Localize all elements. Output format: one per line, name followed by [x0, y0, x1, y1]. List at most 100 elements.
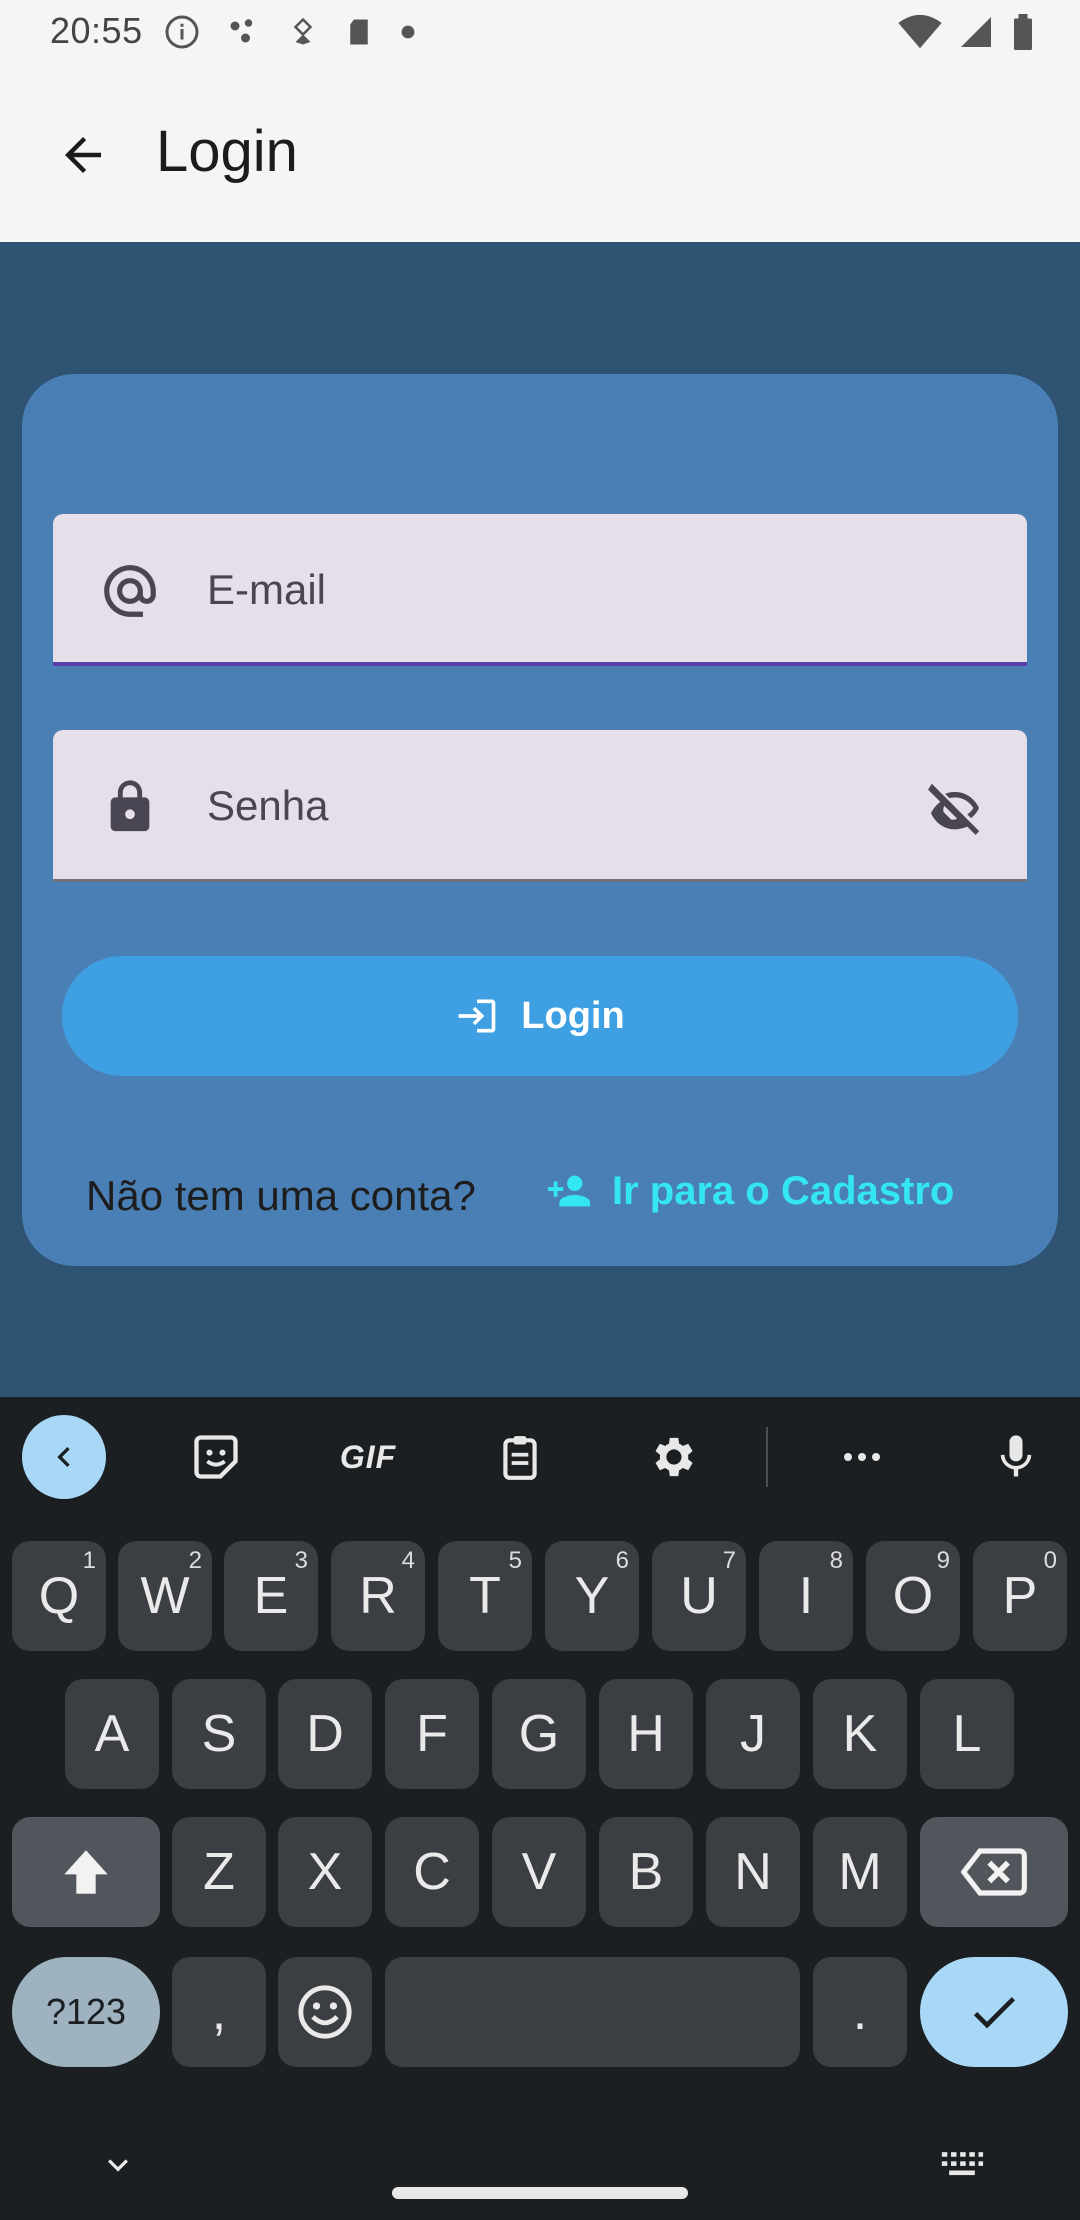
key-label: Q: [38, 1567, 80, 1625]
key-v[interactable]: V: [492, 1817, 586, 1927]
key-label: R: [359, 1567, 397, 1625]
key-z[interactable]: Z: [172, 1817, 266, 1927]
key-q[interactable]: Q1: [12, 1541, 106, 1651]
sticker-button[interactable]: [174, 1415, 258, 1499]
key-h[interactable]: H: [599, 1679, 693, 1789]
login-button[interactable]: Login: [62, 956, 1018, 1076]
keyboard-bottom-bar: [0, 2115, 1080, 2220]
key-label: S: [201, 1705, 237, 1763]
settings-button[interactable]: [630, 1415, 714, 1499]
key-label: Z: [203, 1843, 235, 1901]
key-i[interactable]: I8: [759, 1541, 853, 1651]
key-t[interactable]: T5: [438, 1541, 532, 1651]
key-n[interactable]: N: [706, 1817, 800, 1927]
symbols-key[interactable]: ?123: [12, 1957, 160, 2067]
keyboard-toolbar: GIF: [0, 1397, 1080, 1517]
key-g[interactable]: G: [492, 1679, 586, 1789]
key-label: P: [1002, 1567, 1038, 1625]
key-d[interactable]: D: [278, 1679, 372, 1789]
clipboard-button[interactable]: [478, 1415, 562, 1499]
key-label: D: [306, 1705, 344, 1763]
key-m[interactable]: M: [813, 1817, 907, 1927]
key-k[interactable]: K: [813, 1679, 907, 1789]
keyboard-switch-icon[interactable]: [940, 2145, 984, 2185]
chevron-down-icon[interactable]: [98, 2145, 138, 2185]
info-icon: [165, 15, 199, 49]
gif-button[interactable]: GIF: [326, 1415, 410, 1499]
key-label: A: [94, 1705, 130, 1763]
more-button[interactable]: [820, 1415, 904, 1499]
backspace-key[interactable]: [920, 1817, 1068, 1927]
dots-icon: [230, 19, 253, 43]
chevron-left-icon: [57, 1447, 70, 1467]
key-hint: 0: [1043, 1547, 1057, 1574]
comma-key[interactable]: ,: [172, 1957, 266, 2067]
back-button[interactable]: [48, 120, 118, 190]
home-indicator[interactable]: [392, 2187, 688, 2199]
keyboard-collapse-button[interactable]: [22, 1415, 106, 1499]
key-p[interactable]: P0: [973, 1541, 1067, 1651]
signal-icon: [961, 17, 991, 47]
content-area: E-mail Senha Login Não tem uma conta? Ir…: [0, 242, 1080, 1397]
app-bar: Login: [0, 66, 1080, 242]
more-icon: [844, 1453, 880, 1461]
key-label: V: [521, 1843, 557, 1901]
key-l[interactable]: L: [920, 1679, 1014, 1789]
key-label: ,: [211, 1983, 227, 2041]
key-label: M: [838, 1843, 882, 1901]
key-a[interactable]: A: [65, 1679, 159, 1789]
key-u[interactable]: U7: [652, 1541, 746, 1651]
key-hint: 2: [188, 1547, 202, 1574]
emoji-icon: [298, 1985, 352, 2039]
key-y[interactable]: Y6: [545, 1541, 639, 1651]
signup-link-label: Ir para o Cadastro: [612, 1168, 955, 1213]
login-button-label: Login: [521, 994, 625, 1037]
enter-key[interactable]: [920, 1957, 1068, 2067]
space-key[interactable]: [385, 1957, 800, 2067]
key-hint: 6: [615, 1547, 629, 1574]
mic-icon: [1000, 1435, 1032, 1477]
key-label: L: [952, 1705, 982, 1763]
gear-icon: [655, 1437, 693, 1477]
usb-debug-icon: [293, 17, 313, 45]
check-icon: [973, 1997, 1015, 2029]
visibility-off-icon[interactable]: [923, 776, 987, 840]
key-label: K: [842, 1705, 878, 1763]
key-f[interactable]: F: [385, 1679, 479, 1789]
signup-row: Não tem uma conta? Ir para o Cadastro: [86, 1164, 1006, 1224]
backspace-icon: [961, 1848, 1027, 1896]
gif-label: GIF: [339, 1438, 397, 1475]
email-field[interactable]: E-mail: [53, 514, 1027, 666]
at-icon: [99, 560, 161, 622]
period-key[interactable]: .: [813, 1957, 907, 2067]
sticker-icon: [194, 1435, 238, 1479]
key-hint: 1: [82, 1547, 96, 1574]
key-e[interactable]: E3: [224, 1541, 318, 1651]
key-x[interactable]: X: [278, 1817, 372, 1927]
shift-key[interactable]: [12, 1817, 160, 1927]
dot-icon: [401, 25, 415, 39]
password-field[interactable]: Senha: [53, 730, 1027, 882]
person-add-icon: [547, 1175, 591, 1207]
key-j[interactable]: J: [706, 1679, 800, 1789]
emoji-key[interactable]: [278, 1957, 372, 2067]
key-label: B: [628, 1843, 664, 1901]
key-w[interactable]: W2: [118, 1541, 212, 1651]
key-o[interactable]: O9: [866, 1541, 960, 1651]
signup-link[interactable]: Ir para o Cadastro: [546, 1168, 954, 1214]
voice-input-button[interactable]: [974, 1415, 1058, 1499]
sd-card-icon: [350, 19, 368, 45]
key-label: .: [852, 1983, 868, 2041]
key-label: O: [892, 1567, 934, 1625]
key-c[interactable]: C: [385, 1817, 479, 1927]
key-label: T: [469, 1567, 501, 1625]
key-r[interactable]: R4: [331, 1541, 425, 1651]
key-hint: 3: [294, 1547, 308, 1574]
lock-icon: [99, 776, 161, 838]
no-account-text: Não tem uma conta?: [86, 1172, 476, 1219]
key-b[interactable]: B: [599, 1817, 693, 1927]
key-s[interactable]: S: [172, 1679, 266, 1789]
key-label: H: [627, 1705, 665, 1763]
keyboard: GIF Q1 W2 E3 R4 T5 Y6 U7 I8 O9 P0 A S D …: [0, 1397, 1080, 2220]
password-label: Senha: [207, 782, 329, 829]
